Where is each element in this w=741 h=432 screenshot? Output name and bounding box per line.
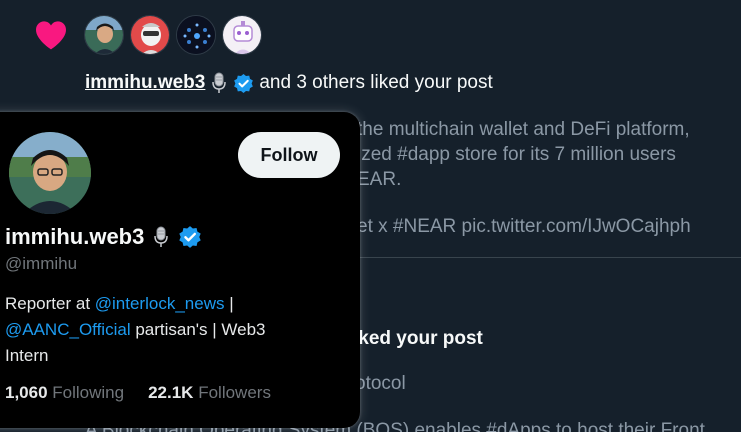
followers-count: 22.1K	[148, 383, 194, 402]
following-label: Following	[52, 383, 125, 402]
hover-card-stats: 1,060 Following 22.1K Followers	[5, 383, 271, 403]
bio-prefix: Reporter at	[5, 294, 95, 313]
followers-label: Followers	[198, 383, 271, 402]
verified-badge-icon	[234, 73, 254, 93]
avatar-robot[interactable]	[222, 15, 262, 55]
bio-suffix: partisan's | Web3	[130, 320, 266, 339]
hover-card-avatar[interactable]	[9, 132, 91, 214]
heart-icon	[36, 21, 66, 50]
microphone-icon	[212, 72, 227, 93]
liker-username-link[interactable]: immihu.web3	[85, 72, 205, 94]
microphone-icon	[154, 226, 169, 247]
bio-mention-interlock[interactable]: @interlock_news	[95, 294, 225, 313]
hover-card-handle[interactable]: @immihu	[5, 254, 77, 274]
verified-badge-icon	[179, 226, 202, 248]
bio-separator: |	[224, 294, 234, 313]
liker-avatars	[84, 15, 262, 55]
liked-summary: immihu.web3 and 3 others liked your post	[85, 72, 493, 94]
bio-line-3: Intern	[5, 346, 49, 365]
followers-stat[interactable]: 22.1K Followers	[148, 383, 271, 403]
hover-card-name[interactable]: immihu.web3	[5, 224, 202, 250]
liked-summary-text: and 3 others liked your post	[259, 72, 493, 93]
avatar-mask[interactable]	[130, 15, 170, 55]
hover-card-display-name[interactable]: immihu.web3	[5, 224, 144, 250]
second-liked-summary-text: iked your post	[353, 328, 483, 349]
notifications-view: immihu.web3 and 3 others liked your post…	[0, 0, 741, 432]
avatar-immihu[interactable]	[84, 15, 124, 55]
follow-button[interactable]: Follow	[238, 132, 340, 178]
following-count: 1,060	[5, 383, 48, 402]
following-stat[interactable]: 1,060 Following	[5, 383, 124, 403]
bio-mention-aanc[interactable]: @AANC_Official	[5, 320, 131, 339]
avatar-dots[interactable]	[176, 15, 216, 55]
hover-card-bio: Reporter at @interlock_news | @AANC_Offi…	[5, 291, 325, 369]
